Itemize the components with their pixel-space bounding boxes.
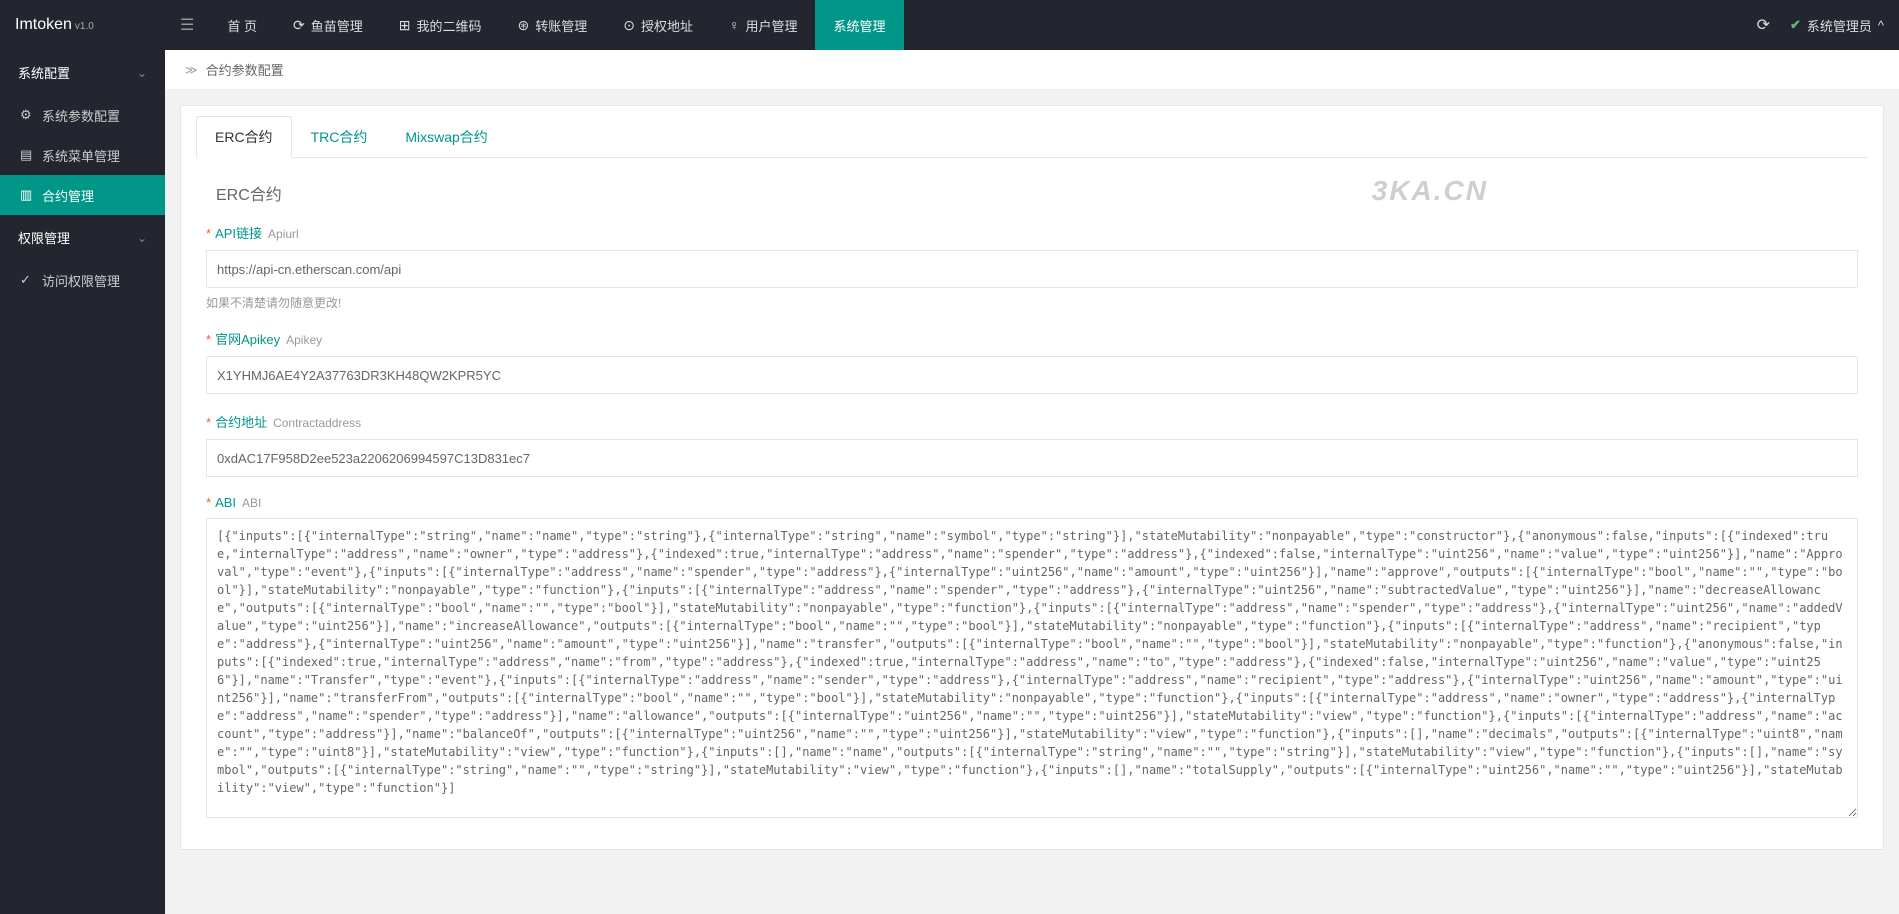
tabs: ERC合约 TRC合约 Mixswap合约 [196, 116, 1868, 158]
chevron-down-icon: ⌄ [137, 231, 147, 245]
side-group-permission[interactable]: 权限管理 ⌄ [0, 215, 165, 260]
sidebar: 系统配置 ⌄ ⚙ 系统参数配置 ▤ 系统菜单管理 ▥ 合约管理 权限管理 ⌄ ✓ 访问权… [0, 50, 165, 914]
input-apiurl[interactable] [206, 250, 1858, 288]
breadcrumb: ≫ 合约参数配置 [165, 50, 1899, 90]
side-item-menu[interactable]: ▤ 系统菜单管理 [0, 135, 165, 175]
nav-fish[interactable]: ⟳ 鱼苗管理 [275, 0, 381, 50]
nav-label: 系统管理 [833, 16, 885, 35]
username: 系统管理员 [1807, 16, 1872, 35]
tab-label: Mixswap合约 [405, 129, 487, 145]
textarea-abi[interactable] [206, 518, 1858, 818]
group-title: 系统配置 [18, 63, 70, 82]
contract-icon: ▥ [20, 187, 34, 203]
hint-apiurl: 如果不清楚请勿随意更改! [206, 294, 1858, 311]
verified-icon: ✔ [1790, 17, 1801, 33]
nav-label: 鱼苗管理 [311, 16, 363, 35]
input-contract[interactable] [206, 439, 1858, 477]
tab-trc[interactable]: TRC合约 [292, 116, 387, 158]
collapse-icon[interactable]: ☰ [165, 15, 209, 35]
field-contract: *合约地址Contractaddress [206, 412, 1858, 477]
breadcrumb-text: 合约参数配置 [206, 60, 284, 79]
main: ≫ 合约参数配置 ERC合约 TRC合约 Mixswap合约 3KA.CN ER… [165, 50, 1899, 914]
nav-qrcode[interactable]: ⊞ 我的二维码 [381, 0, 500, 50]
header-right: ⟳ ✔ 系统管理员 ^ [1757, 15, 1884, 35]
nav-label: 用户管理 [745, 16, 797, 35]
form: 3KA.CN ERC合约 *API链接Apiurl 如果不清楚请勿随意更改! *… [196, 173, 1868, 821]
nav-label: 我的二维码 [416, 16, 481, 35]
breadcrumb-icon: ≫ [185, 63, 198, 77]
required-mark: * [206, 332, 211, 347]
nav-label: 授权地址 [641, 16, 693, 35]
list-icon: ▤ [20, 147, 34, 163]
app-name: Imtoken [15, 16, 72, 34]
nav-label: 转账管理 [535, 16, 587, 35]
required-mark: * [206, 226, 211, 241]
qr-icon: ⊞ [399, 17, 411, 34]
side-label: 系统参数配置 [42, 106, 120, 125]
group-title: 权限管理 [18, 228, 70, 247]
nav-home[interactable]: 首 页 [209, 0, 275, 50]
user-menu[interactable]: ✔ 系统管理员 ^ [1790, 16, 1884, 35]
label-abi: *ABIABI [206, 495, 1858, 510]
nav-system[interactable]: 系统管理 [815, 0, 903, 50]
app-version: v1.0 [75, 21, 94, 32]
field-apiurl: *API链接Apiurl 如果不清楚请勿随意更改! [206, 223, 1858, 311]
side-label: 系统菜单管理 [42, 146, 120, 165]
clock-icon: ⟳ [293, 17, 305, 34]
side-item-contract[interactable]: ▥ 合约管理 [0, 175, 165, 215]
card: ERC合约 TRC合约 Mixswap合约 3KA.CN ERC合约 *API链… [180, 105, 1884, 850]
field-abi: *ABIABI [206, 495, 1858, 821]
nav-users[interactable]: ♀ 用户管理 [711, 0, 816, 50]
side-label: 访问权限管理 [42, 271, 120, 290]
gear-icon: ⚙ [20, 107, 34, 123]
field-apikey: *官网ApikeyApikey [206, 329, 1858, 394]
label-apikey: *官网ApikeyApikey [206, 329, 1858, 348]
tab-label: ERC合约 [215, 129, 273, 145]
side-group-system[interactable]: 系统配置 ⌄ [0, 50, 165, 95]
transfer-icon: ⊛ [517, 17, 529, 34]
key-icon: ⊙ [623, 17, 635, 34]
side-item-params[interactable]: ⚙ 系统参数配置 [0, 95, 165, 135]
chevron-down-icon: ⌄ [137, 66, 147, 80]
header: Imtoken v1.0 ☰ 首 页 ⟳ 鱼苗管理 ⊞ 我的二维码 ⊛ 转账管理 ⊙ 授… [0, 0, 1899, 50]
label-contract: *合约地址Contractaddress [206, 412, 1858, 431]
nav-auth[interactable]: ⊙ 授权地址 [605, 0, 711, 50]
nav-label: 首 页 [227, 16, 257, 35]
logo: Imtoken v1.0 [15, 16, 165, 34]
shield-icon: ✓ [20, 272, 34, 288]
user-icon: ♀ [729, 17, 740, 33]
header-nav: ☰ 首 页 ⟳ 鱼苗管理 ⊞ 我的二维码 ⊛ 转账管理 ⊙ 授权地址 ♀ 用户管理 系统管… [165, 0, 1757, 50]
nav-transfer[interactable]: ⊛ 转账管理 [499, 0, 605, 50]
tab-label: TRC合约 [311, 129, 368, 145]
required-mark: * [206, 415, 211, 430]
form-title: ERC合约 [206, 173, 1858, 223]
refresh-icon[interactable]: ⟳ [1757, 15, 1770, 35]
label-apiurl: *API链接Apiurl [206, 223, 1858, 242]
tab-mixswap[interactable]: Mixswap合约 [386, 116, 506, 158]
input-apikey[interactable] [206, 356, 1858, 394]
side-label: 合约管理 [42, 186, 94, 205]
required-mark: * [206, 495, 211, 510]
chevron-up-icon: ^ [1878, 18, 1884, 33]
tab-erc[interactable]: ERC合约 [196, 116, 292, 158]
side-item-access[interactable]: ✓ 访问权限管理 [0, 260, 165, 300]
